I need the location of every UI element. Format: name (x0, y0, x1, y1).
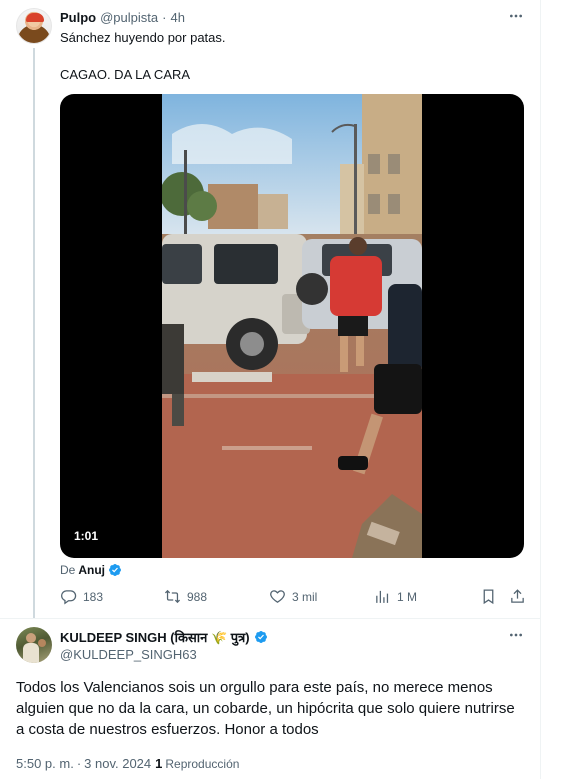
video-attribution: De Anuj (60, 563, 122, 577)
reply-button[interactable]: 183 (60, 588, 103, 605)
more-horizontal-icon (510, 633, 522, 637)
views-button[interactable]: 1 M (374, 588, 417, 605)
author-name[interactable]: Pulpo (60, 10, 96, 25)
tweet-time[interactable]: 5:50 p. m. (16, 756, 74, 771)
share-button[interactable] (509, 588, 526, 605)
tweet-2-header: KULDEEP SINGH (किसान 🌾 पुत्र) (60, 628, 268, 646)
avatar[interactable] (16, 627, 52, 663)
video-player[interactable] (60, 94, 524, 558)
author-name[interactable]: KULDEEP SINGH (किसान 🌾 पुत्र) (60, 628, 250, 646)
tweet-1[interactable]: Pulpo @pulpista · 4h Sánchez huyendo por… (0, 0, 540, 618)
repost-icon (164, 589, 181, 604)
more-options-button[interactable] (506, 625, 526, 645)
tweet-meta: 5:50 p. m. · 3 nov. 2024 1 Reproducción (16, 756, 239, 771)
author-handle[interactable]: @KULDEEP_SINGH63 (60, 647, 197, 662)
tweet-text: Todos los Valencianos sois un orgullo pa… (16, 679, 515, 738)
column-border (540, 0, 541, 779)
separator-dot: · (76, 756, 82, 771)
tweet-header: Pulpo @pulpista · 4h (60, 9, 185, 25)
separator-dot: · (162, 9, 167, 25)
like-button[interactable]: 3 mil (269, 588, 317, 605)
attribution-author[interactable]: Anuj (78, 563, 105, 577)
more-horizontal-icon (510, 14, 522, 18)
heart-icon (270, 590, 285, 603)
repost-count: 1 (155, 756, 163, 771)
views-count: 1 M (397, 589, 418, 604)
views-icon (376, 590, 389, 603)
video-frame (162, 94, 422, 558)
author-handle[interactable]: @pulpista (100, 10, 158, 25)
more-options-button[interactable] (506, 6, 526, 26)
verified-badge-icon (109, 564, 121, 576)
video-duration: 1:01 (74, 529, 99, 543)
tweet-text-line-1: Sánchez huyendo por patas. (60, 30, 226, 45)
tweet-date[interactable]: 3 nov. 2024 (84, 756, 151, 771)
bookmark-button[interactable] (480, 588, 497, 605)
reply-icon (61, 590, 77, 605)
bookmark-icon (483, 589, 494, 605)
repost-label[interactable]: Reproducción (165, 757, 239, 771)
like-count: 3 mil (292, 589, 318, 604)
repost-count: 988 (187, 589, 208, 604)
tweet-divider (0, 618, 540, 619)
repost-button[interactable]: 988 (164, 588, 207, 605)
tweet-time[interactable]: 4h (170, 10, 184, 25)
attribution-prefix: De (60, 563, 76, 577)
avatar[interactable] (16, 8, 52, 44)
share-icon (511, 589, 524, 603)
tweet-actions: 183 988 3 mil 1 M (60, 588, 530, 608)
reply-count: 183 (83, 589, 104, 604)
thread-line (33, 48, 35, 618)
verified-badge-icon (254, 631, 267, 643)
tweet-text-line-2: CAGAO. DA LA CARA (60, 67, 191, 82)
